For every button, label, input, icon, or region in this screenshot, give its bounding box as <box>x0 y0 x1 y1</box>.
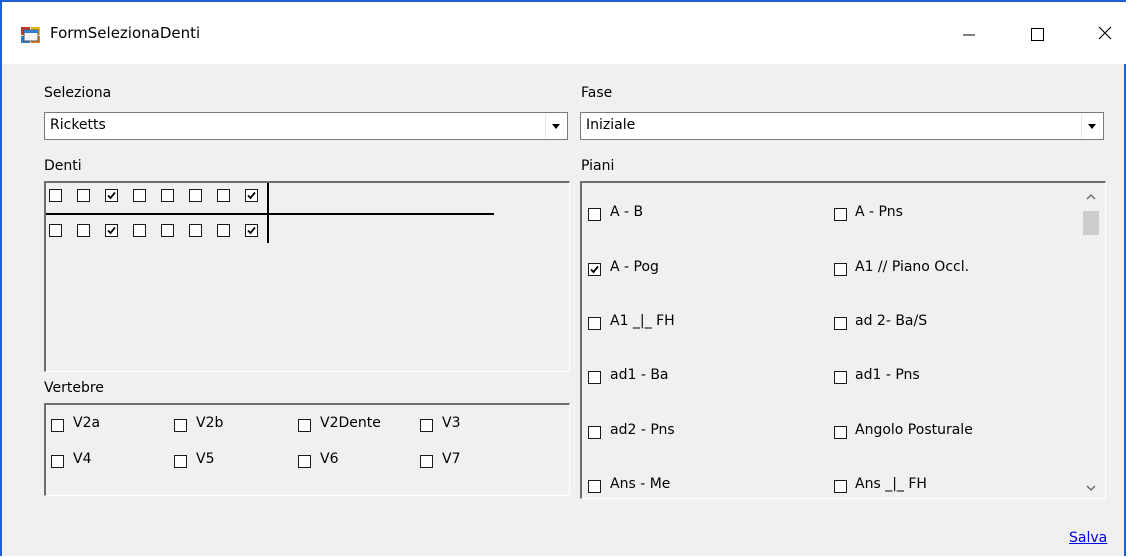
tooth-lower-5[interactable] <box>161 224 174 237</box>
chevron-down-icon <box>552 124 560 129</box>
piano-ad1-pns-label[interactable]: ad1 - Pns <box>855 367 920 383</box>
tooth-lower-4[interactable] <box>133 224 146 237</box>
close-icon <box>1098 26 1112 40</box>
app-icon <box>21 26 41 44</box>
vertebra-v6-checkbox[interactable] <box>298 455 311 468</box>
vertebra-v7-label[interactable]: V7 <box>442 451 460 467</box>
vertebra-v4-checkbox[interactable] <box>51 455 64 468</box>
chevron-up-icon <box>1086 194 1096 200</box>
vertebra-v2dente-checkbox[interactable] <box>298 419 311 432</box>
fase-combo[interactable]: Iniziale <box>580 112 1104 140</box>
piano-ans-fh-label[interactable]: Ans _|_ FH <box>855 476 927 492</box>
seleziona-label: Seleziona <box>44 85 112 101</box>
vertebra-v2a-label[interactable]: V2a <box>73 415 100 431</box>
piano-ad2-pns-checkbox[interactable] <box>588 426 601 439</box>
piano-ad2-ba-s-checkbox[interactable] <box>834 317 847 330</box>
tooth-upper-1[interactable] <box>49 189 62 202</box>
vertebra-v2dente-label[interactable]: V2Dente <box>320 415 381 431</box>
piano-angolo-posturale-checkbox[interactable] <box>834 426 847 439</box>
checkmark-icon <box>247 226 256 235</box>
tooth-upper-2[interactable] <box>77 189 90 202</box>
piano-ad2-pns-label[interactable]: ad2 - Pns <box>610 422 675 438</box>
fase-label: Fase <box>581 85 613 101</box>
vertebra-v2b-label[interactable]: V2b <box>196 415 223 431</box>
tooth-upper-5[interactable] <box>161 189 174 202</box>
scroll-down-button[interactable] <box>1081 478 1101 498</box>
tooth-upper-3[interactable] <box>105 189 118 202</box>
tooth-upper-8[interactable] <box>245 189 258 202</box>
close-button[interactable] <box>1082 16 1128 50</box>
piano-a1-piano-occl-checkbox[interactable] <box>834 263 847 276</box>
denti-panel <box>44 181 570 372</box>
piano-a-pns-label[interactable]: A - Pns <box>855 204 903 220</box>
piani-panel: A - B A - Pog A1 _|_ FH ad1 - Ba ad2 - P… <box>580 181 1106 499</box>
tooth-lower-1[interactable] <box>49 224 62 237</box>
vertebra-v5-checkbox[interactable] <box>174 455 187 468</box>
vertebre-label: Vertebre <box>44 380 104 396</box>
fase-value: Iniziale <box>586 117 636 133</box>
tooth-upper-4[interactable] <box>133 189 146 202</box>
tooth-lower-3[interactable] <box>105 224 118 237</box>
vertebra-v3-checkbox[interactable] <box>420 419 433 432</box>
piano-a-pns-checkbox[interactable] <box>834 208 847 221</box>
piani-scrollbar[interactable] <box>1079 185 1103 498</box>
tooth-lower-7[interactable] <box>217 224 230 237</box>
vertebra-v2a-checkbox[interactable] <box>51 419 64 432</box>
scroll-up-button[interactable] <box>1081 187 1101 207</box>
tooth-upper-7[interactable] <box>217 189 230 202</box>
piano-ans-me-label[interactable]: Ans - Me <box>610 476 670 492</box>
form-window: FormSelezionaDenti Seleziona Ricketts Fa… <box>0 0 1128 556</box>
minimize-button[interactable] <box>946 16 992 50</box>
piano-ad1-pns-checkbox[interactable] <box>834 371 847 384</box>
chevron-down-icon <box>1088 124 1096 129</box>
salva-link[interactable]: Salva <box>1069 530 1107 546</box>
seleziona-combo[interactable]: Ricketts <box>44 112 568 140</box>
piano-a-b-label[interactable]: A - B <box>610 204 643 220</box>
piano-a-pog-label[interactable]: A - Pog <box>610 259 659 275</box>
piano-a-pog-checkbox[interactable] <box>588 263 601 276</box>
tooth-lower-8[interactable] <box>245 224 258 237</box>
vertebra-v2b-checkbox[interactable] <box>174 419 187 432</box>
vertebra-v5-label[interactable]: V5 <box>196 451 214 467</box>
piano-ans-me-checkbox[interactable] <box>588 480 601 493</box>
checkmark-icon <box>247 191 256 200</box>
piano-ad1-ba-label[interactable]: ad1 - Ba <box>610 367 669 383</box>
scroll-thumb[interactable] <box>1083 211 1099 235</box>
tooth-lower-2[interactable] <box>77 224 90 237</box>
seleziona-dropdown-button[interactable] <box>545 114 566 138</box>
window-title: FormSelezionaDenti <box>50 24 201 42</box>
seleziona-value: Ricketts <box>50 117 106 133</box>
piano-ans-fh-checkbox[interactable] <box>834 480 847 493</box>
occlusal-line <box>46 213 494 215</box>
piano-a-b-checkbox[interactable] <box>588 208 601 221</box>
tooth-upper-6[interactable] <box>189 189 202 202</box>
checkmark-icon <box>590 265 599 274</box>
fase-dropdown-button[interactable] <box>1081 114 1102 138</box>
piano-a1-piano-occl-label[interactable]: A1 // Piano Occl. <box>855 259 969 275</box>
vertebra-v6-label[interactable]: V6 <box>320 451 338 467</box>
checkmark-icon <box>107 191 116 200</box>
vertebra-v3-label[interactable]: V3 <box>442 415 460 431</box>
maximize-button[interactable] <box>1014 16 1060 50</box>
maximize-icon <box>1031 28 1044 41</box>
vertebra-v7-checkbox[interactable] <box>420 455 433 468</box>
minimize-icon <box>963 34 975 36</box>
piano-a1-fh-label[interactable]: A1 _|_ FH <box>610 313 675 329</box>
chevron-down-icon <box>1086 485 1096 491</box>
vertebre-panel: V2a V2b V2Dente V3 V4 V5 V6 V7 <box>44 403 570 496</box>
title-bar: FormSelezionaDenti <box>2 2 1128 64</box>
piano-ad2-ba-s-label[interactable]: ad 2- Ba/S <box>855 313 927 329</box>
piano-ad1-ba-checkbox[interactable] <box>588 371 601 384</box>
vertebra-v4-label[interactable]: V4 <box>73 451 91 467</box>
piano-angolo-posturale-label[interactable]: Angolo Posturale <box>855 422 973 438</box>
tooth-lower-6[interactable] <box>189 224 202 237</box>
denti-label: Denti <box>44 158 82 174</box>
piani-label: Piani <box>581 158 615 174</box>
piano-a1-fh-checkbox[interactable] <box>588 317 601 330</box>
checkmark-icon <box>107 226 116 235</box>
